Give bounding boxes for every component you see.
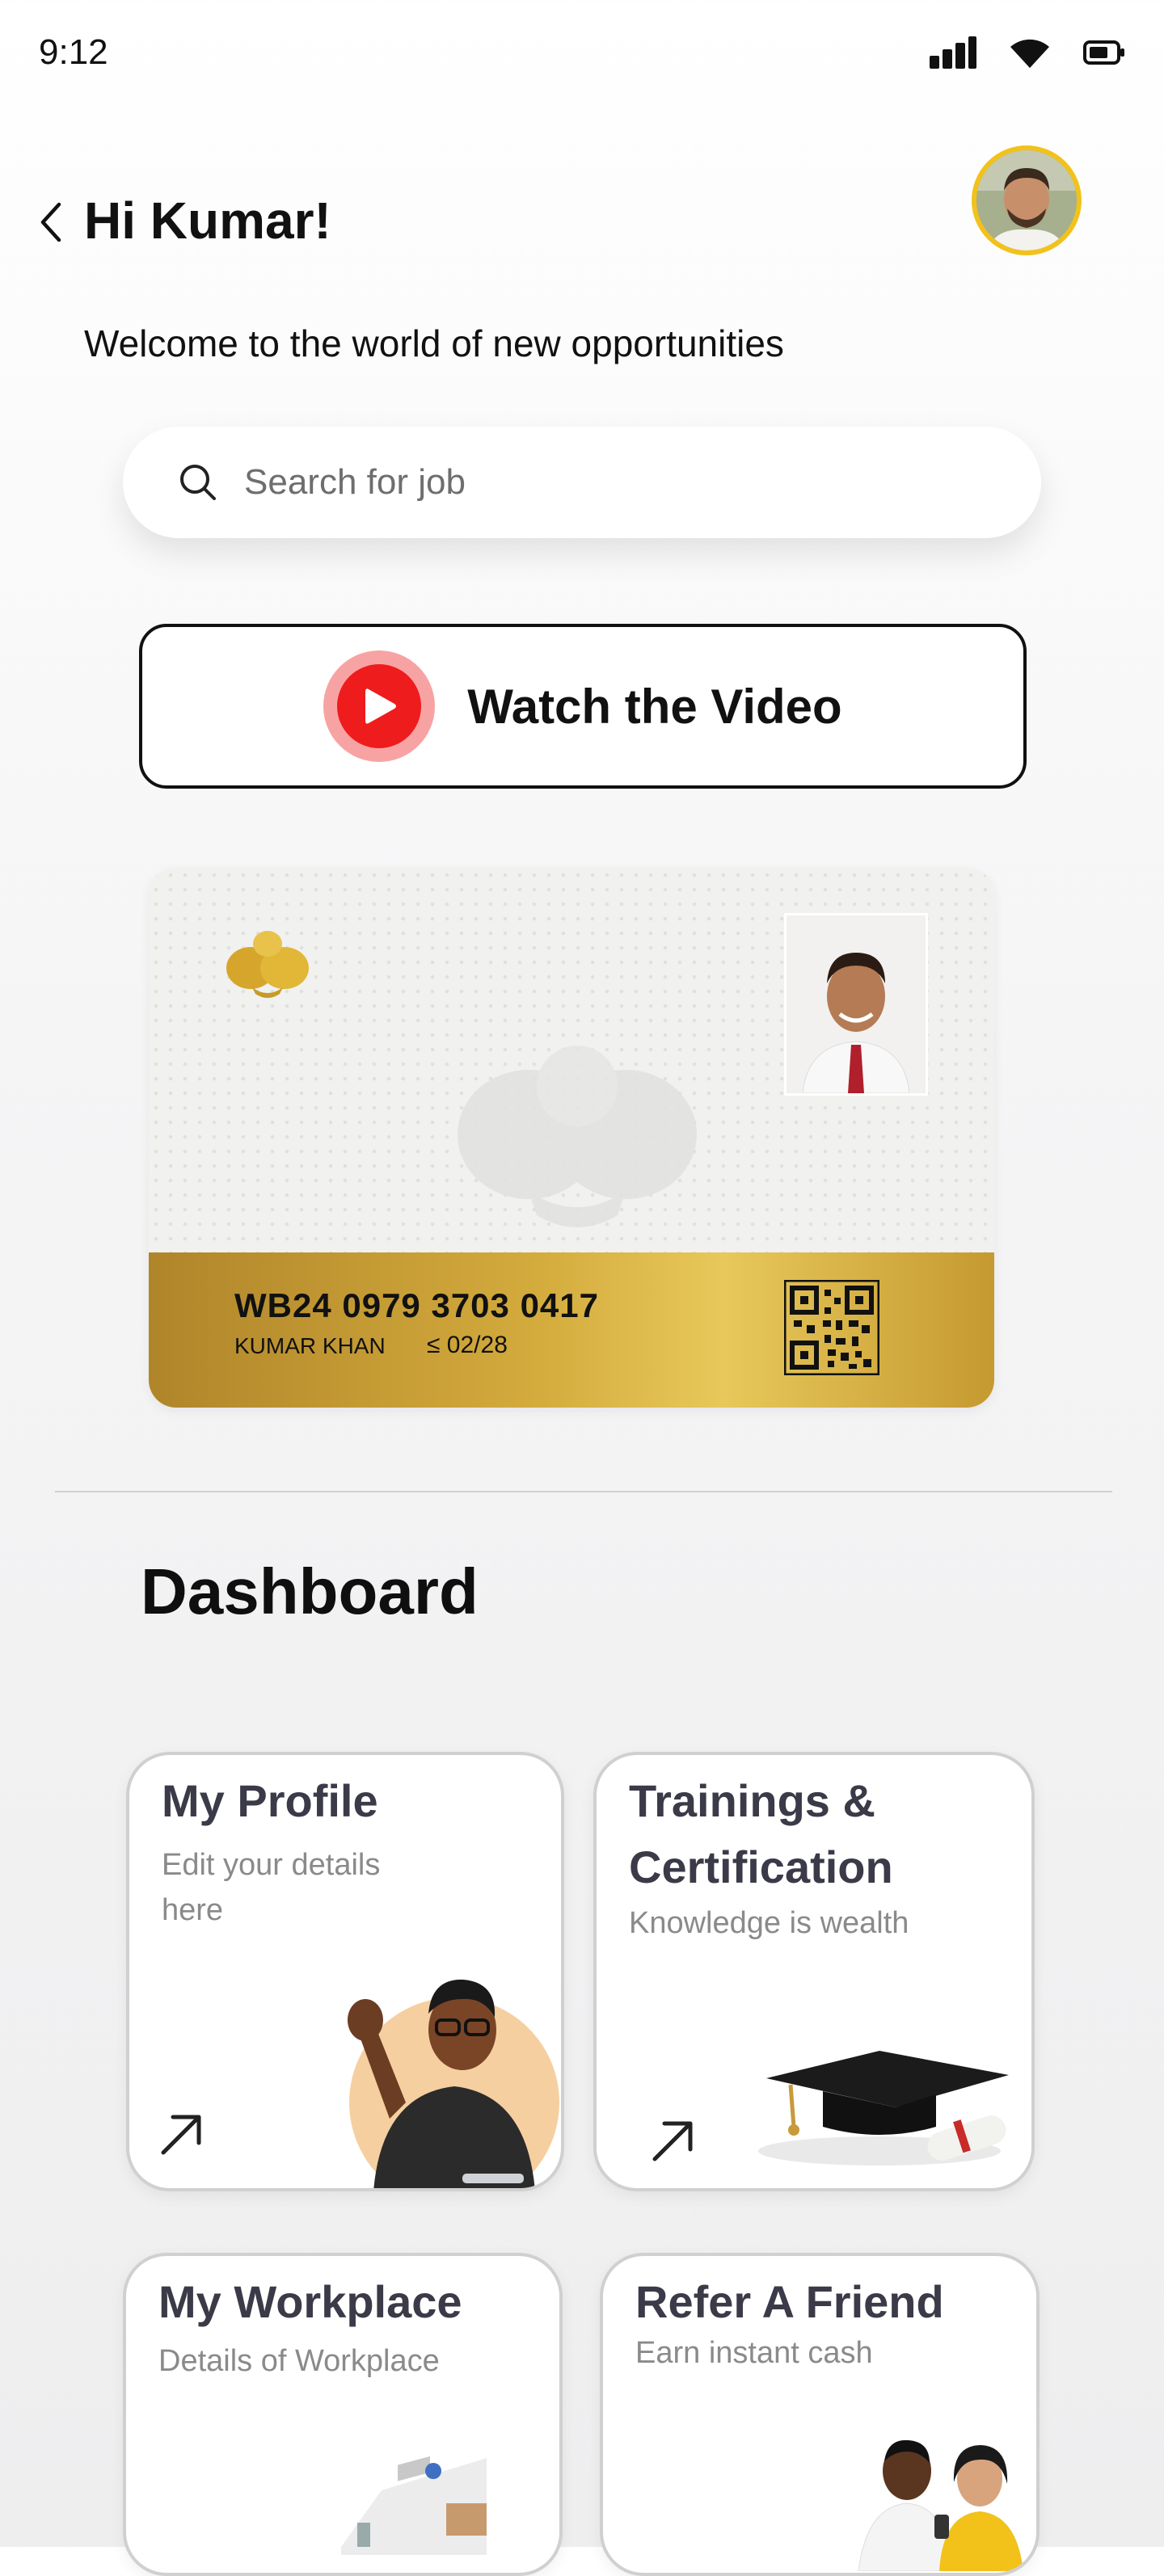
tile-my-workplace[interactable]: My Workplace Details of Workplace (123, 2253, 563, 2576)
status-time: 9:12 (39, 32, 108, 72)
tile-title-line: Trainings & (629, 1775, 875, 1826)
arrow-up-right-icon (652, 2121, 693, 2161)
avatar-photo (976, 150, 1077, 250)
tile-title: Refer A Friend (635, 2276, 944, 2327)
signal-icon (930, 36, 976, 69)
tile-refer-a-friend[interactable]: Refer A Friend Earn instant cash (600, 2253, 1040, 2576)
back-button[interactable] (32, 194, 68, 250)
section-divider (55, 1491, 1112, 1492)
watch-video-label: Watch the Video (467, 679, 842, 734)
greeting-title: Hi Kumar! (84, 192, 331, 250)
tile-subtitle: Edit your details (162, 1848, 381, 1882)
bee-watermark-icon (458, 1046, 697, 1227)
watch-video-button[interactable]: Watch the Video (139, 624, 1027, 789)
tile-title: My Workplace (158, 2276, 462, 2327)
search-bar[interactable] (123, 427, 1041, 538)
search-input[interactable] (242, 461, 892, 503)
dashboard-title: Dashboard (141, 1555, 479, 1627)
refer-friend-illustration (858, 2439, 1023, 2571)
arrow-up-right-icon (161, 2115, 201, 2155)
bee-logo-icon (226, 931, 309, 998)
search-icon (180, 465, 216, 500)
card-holder-photo (784, 913, 928, 1096)
tile-subtitle: Earn instant cash (635, 2336, 873, 2370)
profile-illustration (348, 1979, 559, 2188)
card-gold-band: WB24 0979 3703 0417 KUMAR KHAN ≤ 02/28 (149, 1252, 994, 1408)
tile-trainings-certification[interactable]: Trainings & Certification Knowledge is w… (593, 1752, 1035, 2191)
card-number: WB24 0979 3703 0417 (234, 1286, 599, 1324)
tile-subtitle: Details of Workplace (158, 2344, 440, 2378)
tile-my-profile[interactable]: My Profile Edit your details here (126, 1752, 564, 2191)
play-icon (323, 650, 436, 762)
tile-subtitle: Knowledge is wealth (629, 1906, 909, 1940)
tile-subtitle: here (162, 1893, 224, 1927)
chevron-left-icon (40, 202, 61, 242)
graduation-cap-illustration (758, 2051, 1009, 2166)
wifi-icon (1010, 39, 1049, 68)
workplace-illustration (341, 2456, 487, 2555)
avatar[interactable] (972, 145, 1082, 255)
id-card[interactable]: WB24 0979 3703 0417 KUMAR KHAN ≤ 02/28 (149, 868, 994, 1408)
tile-title: My Profile (162, 1775, 378, 1826)
qr-code-icon (784, 1280, 879, 1375)
welcome-subtitle: Welcome to the world of new opportunitie… (84, 322, 784, 364)
card-expiry: ≤ 02/28 (427, 1332, 508, 1358)
status-icons (930, 36, 1125, 69)
card-holder-name: KUMAR KHAN (234, 1333, 386, 1358)
battery-icon (1083, 40, 1124, 65)
tile-title-line: Certification (629, 1842, 893, 1892)
